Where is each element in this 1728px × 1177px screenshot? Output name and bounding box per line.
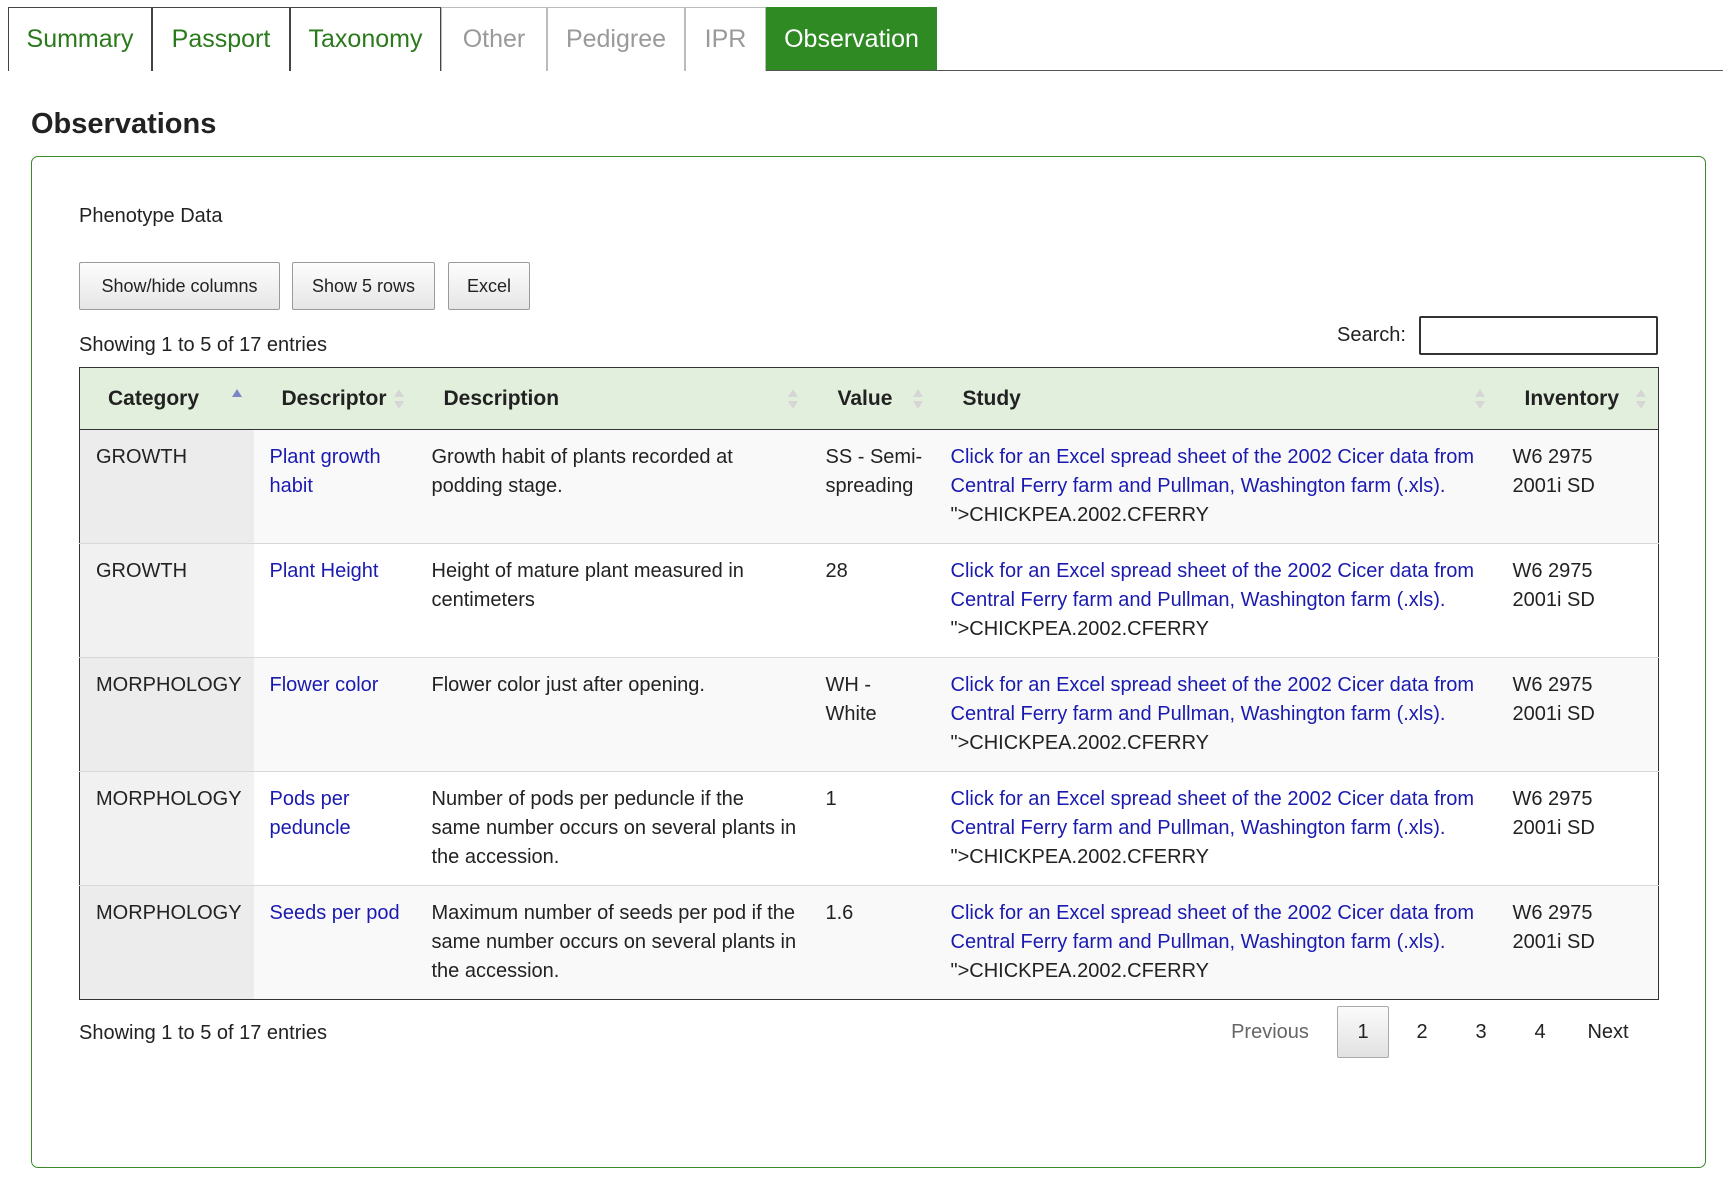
show-rows-button[interactable]: Show 5 rows xyxy=(292,262,435,310)
tab-passport[interactable]: Passport xyxy=(152,7,290,71)
study-link[interactable]: Click for an Excel spread sheet of the 2… xyxy=(951,446,1475,497)
cell-inventory: W6 2975 2001i SD xyxy=(1496,657,1659,772)
column-header-inventory[interactable]: Inventory xyxy=(1496,367,1659,430)
tab-other: Other xyxy=(441,7,547,71)
cell-descriptor: Plant Height xyxy=(253,543,416,658)
table-info-bottom: Showing 1 to 5 of 17 entries xyxy=(79,1022,327,1044)
study-link[interactable]: Click for an Excel spread sheet of the 2… xyxy=(951,674,1475,725)
column-header-label: Descriptor xyxy=(281,386,387,410)
column-header-description[interactable]: Description xyxy=(415,367,810,430)
search-label: Search: xyxy=(1337,324,1406,346)
table-info-top: Showing 1 to 5 of 17 entries xyxy=(79,334,327,356)
search-input[interactable] xyxy=(1419,316,1658,355)
next-page-button[interactable]: Next xyxy=(1576,1006,1640,1058)
column-header-label: Category xyxy=(108,386,200,410)
column-header-label: Inventory xyxy=(1524,386,1620,410)
study-suffix: ">CHICKPEA.2002.CFERRY xyxy=(950,960,1210,982)
table-row: MORPHOLOGY Pods per peduncle Number of p… xyxy=(79,771,1659,886)
table-row: GROWTH Plant Height Height of mature pla… xyxy=(79,543,1659,658)
column-header-value[interactable]: Value xyxy=(809,367,935,430)
study-link[interactable]: Click for an Excel spread sheet of the 2… xyxy=(951,788,1475,839)
cell-descriptor: Flower color xyxy=(253,657,416,772)
cell-category: MORPHOLOGY xyxy=(79,885,254,1000)
page-button-3[interactable]: 3 xyxy=(1455,1006,1507,1058)
cell-study: Click for an Excel spread sheet of the 2… xyxy=(934,429,1497,544)
cell-value: 1.6 xyxy=(809,885,935,1000)
study-link[interactable]: Click for an Excel spread sheet of the 2… xyxy=(951,902,1475,953)
cell-study: Click for an Excel spread sheet of the 2… xyxy=(934,543,1497,658)
cell-inventory: W6 2975 2001i SD xyxy=(1496,543,1659,658)
cell-category: GROWTH xyxy=(79,543,254,658)
sort-both-icon xyxy=(1474,388,1485,409)
column-header-category[interactable]: Category xyxy=(79,367,254,430)
study-suffix: ">CHICKPEA.2002.CFERRY xyxy=(950,618,1210,640)
cell-value: 1 xyxy=(809,771,935,886)
cell-description: Height of mature plant measured in centi… xyxy=(415,543,810,658)
cell-descriptor: Pods per peduncle xyxy=(253,771,416,886)
descriptor-link[interactable]: Plant growth habit xyxy=(270,446,381,497)
study-link[interactable]: Click for an Excel spread sheet of the 2… xyxy=(951,560,1475,611)
previous-page-button[interactable]: Previous xyxy=(1220,1006,1320,1058)
study-suffix: ">CHICKPEA.2002.CFERRY xyxy=(950,504,1210,526)
descriptor-link[interactable]: Seeds per pod xyxy=(270,902,400,924)
cell-description: Maximum number of seeds per pod if the s… xyxy=(415,885,810,1000)
sort-ascending-icon xyxy=(231,388,242,409)
cell-study: Click for an Excel spread sheet of the 2… xyxy=(934,771,1497,886)
column-header-label: Description xyxy=(443,386,560,410)
table-row: MORPHOLOGY Seeds per pod Maximum number … xyxy=(79,885,1659,1000)
tab-ipr: IPR xyxy=(685,7,766,71)
table-header-row: Category Descriptor Description Value St… xyxy=(79,367,1659,430)
tab-summary[interactable]: Summary xyxy=(8,7,152,71)
tab-observation[interactable]: Observation xyxy=(766,7,937,70)
section-label: Phenotype Data xyxy=(79,205,223,227)
cell-category: MORPHOLOGY xyxy=(79,771,254,886)
cell-value: 28 xyxy=(809,543,935,658)
sort-both-icon xyxy=(1636,388,1646,409)
page-button-4[interactable]: 4 xyxy=(1514,1006,1566,1058)
page-button-2[interactable]: 2 xyxy=(1396,1006,1448,1058)
cell-value: SS - Semi-spreading xyxy=(809,429,935,544)
tab-pedigree: Pedigree xyxy=(547,7,685,71)
tab-bar: Summary Passport Taxonomy Other Pedigree… xyxy=(8,7,1723,71)
pagination: Previous 1 2 3 4 Next xyxy=(1220,1006,1640,1058)
cell-inventory: W6 2975 2001i SD xyxy=(1496,429,1659,544)
excel-export-button[interactable]: Excel xyxy=(448,262,530,310)
study-suffix: ">CHICKPEA.2002.CFERRY xyxy=(950,846,1210,868)
table-row: GROWTH Plant growth habit Growth habit o… xyxy=(79,429,1659,544)
page-title: Observations xyxy=(31,108,217,140)
descriptor-link[interactable]: Flower color xyxy=(270,674,379,696)
sort-both-icon xyxy=(787,388,798,409)
cell-descriptor: Plant growth habit xyxy=(253,429,416,544)
column-header-label: Value xyxy=(837,386,893,410)
column-header-label: Study xyxy=(962,386,1021,410)
cell-description: Growth habit of plants recorded at poddi… xyxy=(415,429,810,544)
sort-both-icon xyxy=(912,388,923,409)
cell-description: Flower color just after opening. xyxy=(415,657,810,772)
cell-descriptor: Seeds per pod xyxy=(253,885,416,1000)
cell-value: WH - White xyxy=(809,657,935,772)
cell-category: MORPHOLOGY xyxy=(79,657,254,772)
study-suffix: ">CHICKPEA.2002.CFERRY xyxy=(950,732,1210,754)
show-hide-columns-button[interactable]: Show/hide columns xyxy=(79,262,280,310)
cell-category: GROWTH xyxy=(79,429,254,544)
cell-inventory: W6 2975 2001i SD xyxy=(1496,771,1659,886)
descriptor-link[interactable]: Plant Height xyxy=(270,560,379,582)
cell-study: Click for an Excel spread sheet of the 2… xyxy=(934,657,1497,772)
page-button-1[interactable]: 1 xyxy=(1337,1006,1389,1058)
cell-inventory: W6 2975 2001i SD xyxy=(1496,885,1659,1000)
phenotype-table: Category Descriptor Description Value St… xyxy=(79,367,1659,1000)
column-header-study[interactable]: Study xyxy=(934,367,1497,430)
table-row: MORPHOLOGY Flower color Flower color jus… xyxy=(79,657,1659,772)
sort-both-icon xyxy=(393,388,404,409)
column-header-descriptor[interactable]: Descriptor xyxy=(253,367,416,430)
tab-taxonomy[interactable]: Taxonomy xyxy=(290,7,441,71)
descriptor-link[interactable]: Pods per peduncle xyxy=(270,788,351,839)
cell-description: Number of pods per peduncle if the same … xyxy=(415,771,810,886)
cell-study: Click for an Excel spread sheet of the 2… xyxy=(934,885,1497,1000)
